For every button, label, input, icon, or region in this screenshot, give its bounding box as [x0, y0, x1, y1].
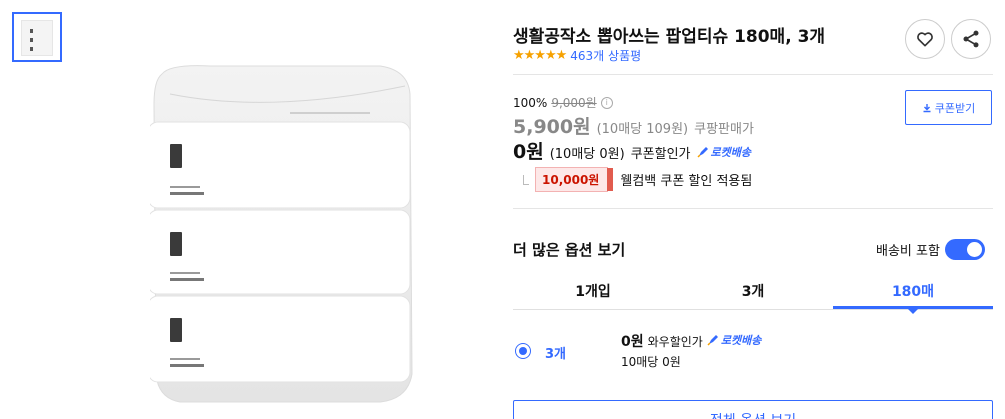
rocket-icon	[696, 147, 708, 158]
coupon-download-label: 쿠폰받기	[934, 101, 976, 115]
toggle-switch[interactable]	[944, 239, 985, 260]
thumbnail-preview	[21, 20, 53, 56]
sale-price-row: 5,900원 (10매당 109원) 쿠팡판매가	[513, 112, 754, 139]
rocket-delivery-badge: 로켓배송	[696, 144, 751, 160]
option-price-label: 와우할인가	[647, 335, 703, 349]
sale-price: 5,900원	[513, 116, 591, 138]
star-rating: ★★★★★	[513, 48, 567, 63]
thumbnail-image[interactable]	[12, 12, 62, 62]
all-options-button[interactable]: 전체 옵션 보기	[513, 400, 993, 419]
more-options-title: 더 많은 옵션 보기	[513, 241, 626, 259]
option-list-item[interactable]: 3개 0원 와우할인가 로켓배송 10매당 0원	[513, 328, 993, 376]
welcome-coupon-text: 웰컴백 쿠폰 할인 적용됨	[620, 174, 753, 189]
discount-row: 100% 9,000원 i	[513, 94, 613, 111]
review-count-link[interactable]: 463개 상품평	[570, 47, 641, 64]
welcome-coupon-badge: 10,000원	[535, 167, 614, 192]
option-radio[interactable]	[515, 343, 531, 359]
divider	[513, 208, 993, 209]
rocket-delivery-label: 로켓배송	[710, 146, 751, 159]
discount-percent: 100%	[513, 95, 548, 110]
coupon-price-row: 0원 (10매당 0원) 쿠폰할인가 로켓배송	[513, 137, 751, 164]
bracket-icon	[523, 174, 529, 185]
product-image	[150, 65, 413, 403]
info-icon[interactable]: i	[600, 96, 613, 109]
rocket-delivery-label: 로켓배송	[720, 334, 762, 347]
original-price: 9,000원	[551, 96, 597, 110]
option-price: 0원	[621, 334, 644, 350]
heart-icon	[917, 32, 933, 47]
coupon-price: 0원	[513, 141, 544, 163]
rating-row[interactable]: ★★★★★ 463개 상품평	[513, 47, 641, 64]
coupon-price-label: 쿠폰할인가	[630, 147, 691, 162]
coupon-unit-price: (10매당 0원)	[549, 147, 625, 162]
divider	[513, 74, 993, 75]
share-button[interactable]	[951, 19, 991, 59]
share-icon	[963, 30, 979, 48]
sale-price-label: 쿠팡판매가	[694, 122, 754, 137]
option-name: 3개	[545, 347, 567, 362]
option-unit-price: 10매당 0원	[621, 355, 681, 369]
coupon-download-button[interactable]: 쿠폰받기	[905, 90, 992, 125]
option-price-row: 0원 와우할인가 로켓배송	[621, 331, 761, 351]
rocket-icon	[707, 335, 718, 346]
tab-1-pack[interactable]: 1개입	[513, 274, 673, 309]
wishlist-button[interactable]	[905, 19, 945, 59]
shipping-toggle-label: 배송비 포함	[876, 244, 940, 259]
tab-3-pack[interactable]: 3개	[673, 274, 833, 309]
shipping-included-toggle[interactable]: 배송비 포함	[876, 239, 985, 260]
rocket-delivery-badge: 로켓배송	[707, 332, 761, 348]
tab-180-sheets[interactable]: 180매	[833, 274, 993, 314]
download-icon	[923, 103, 931, 112]
option-tabs: 1개입 3개 180매	[513, 274, 993, 314]
sale-unit-price: (10매당 109원)	[596, 122, 689, 137]
welcome-coupon-row: 10,000원 웰컴백 쿠폰 할인 적용됨	[523, 167, 752, 192]
product-title: 생활공작소 뽑아쓰는 팝업티슈 180매, 3개	[513, 27, 826, 47]
